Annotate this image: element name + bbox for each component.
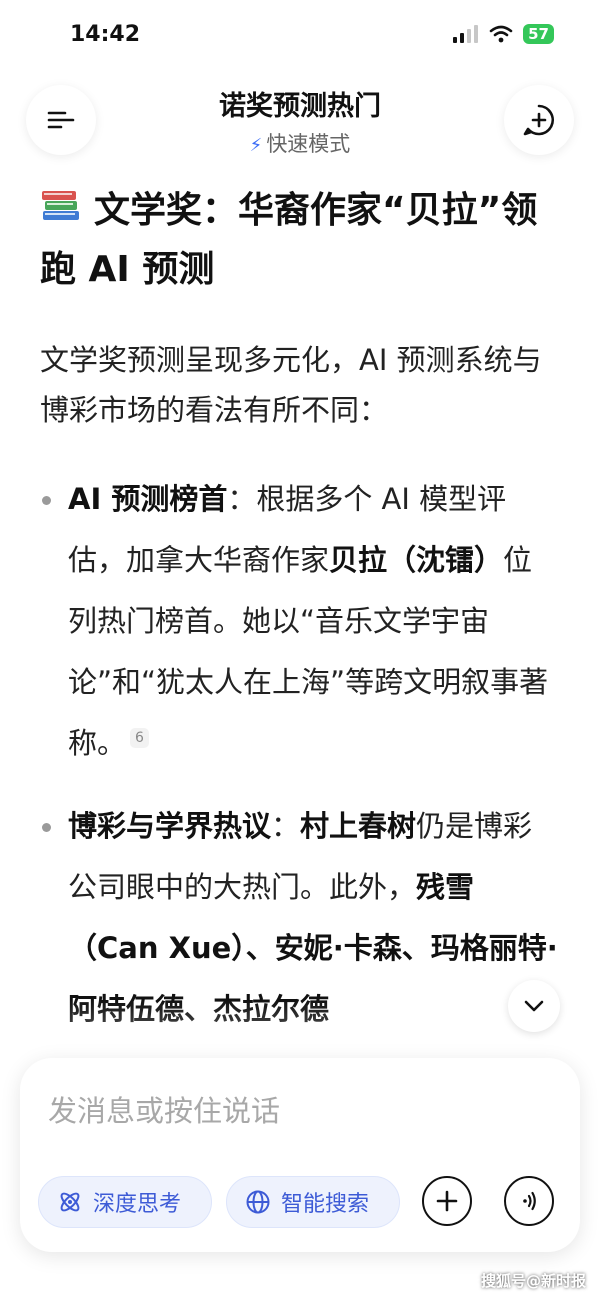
status-time: 14:42 bbox=[70, 22, 141, 47]
wifi-icon bbox=[489, 25, 513, 43]
books-icon bbox=[40, 183, 82, 241]
bullet-bold: 贝拉（沈镭） bbox=[329, 543, 504, 577]
bullet-bold: 博彩与学界热议 bbox=[68, 809, 272, 843]
assistant-message: 文学奖：华裔作家“贝拉”领跑 AI 预测 文学奖预测呈现多元化，AI 预测系统与… bbox=[40, 182, 560, 1062]
lightning-icon: ⚡ bbox=[249, 135, 263, 156]
globe-icon bbox=[246, 1190, 270, 1214]
message-input[interactable]: 发消息或按住说话 bbox=[48, 1088, 280, 1130]
deep-think-button[interactable]: 深度思考 bbox=[38, 1176, 212, 1228]
battery-icon: 57 bbox=[523, 24, 554, 44]
new-chat-button[interactable] bbox=[504, 85, 574, 155]
status-bar: 14:42 57 bbox=[0, 18, 600, 58]
mode-label: 快速模式 bbox=[266, 132, 351, 156]
heading-text: 文学奖：华裔作家“贝拉”领跑 AI 预测 bbox=[40, 190, 538, 290]
smart-search-button[interactable]: 智能搜索 bbox=[226, 1176, 400, 1228]
signal-icon bbox=[453, 25, 479, 43]
deep-think-label: 深度思考 bbox=[93, 1192, 182, 1217]
add-attachment-button[interactable] bbox=[422, 1176, 472, 1226]
new-chat-icon bbox=[523, 104, 555, 136]
voice-wave-icon bbox=[523, 1191, 536, 1211]
citation-badge[interactable]: 6 bbox=[130, 728, 149, 749]
bullet-list: AI 预测榜首：根据多个 AI 模型评估，加拿大华裔作家贝拉（沈镭）位列热门榜首… bbox=[40, 469, 560, 1040]
intro-paragraph: 文学奖预测呈现多元化，AI 预测系统与博彩市场的看法有所不同： bbox=[40, 343, 542, 427]
chevron-down-icon bbox=[524, 1000, 544, 1012]
voice-call-button[interactable] bbox=[504, 1176, 554, 1226]
chat-header: 诺奖预测热门 ⚡ 快速模式 bbox=[0, 80, 600, 170]
bullet-text: ： bbox=[271, 809, 301, 843]
smart-search-label: 智能搜索 bbox=[281, 1192, 370, 1217]
section-heading: 文学奖：华裔作家“贝拉”领跑 AI 预测 bbox=[40, 182, 560, 299]
bullet-bold: 村上春树 bbox=[300, 809, 417, 843]
bullet-bold: AI 预测榜首 bbox=[68, 482, 228, 516]
list-item: AI 预测榜首：根据多个 AI 模型评估，加拿大华裔作家贝拉（沈镭）位列热门榜首… bbox=[40, 469, 560, 774]
plus-icon bbox=[436, 1190, 458, 1212]
watermark-text: 搜狐号@新时报 bbox=[480, 1272, 586, 1290]
message-composer: 发消息或按住说话 深度思考 智能搜索 bbox=[20, 1058, 580, 1252]
atom-icon bbox=[60, 1192, 80, 1212]
status-icons: 57 bbox=[453, 24, 554, 44]
scroll-down-button[interactable] bbox=[508, 980, 560, 1032]
